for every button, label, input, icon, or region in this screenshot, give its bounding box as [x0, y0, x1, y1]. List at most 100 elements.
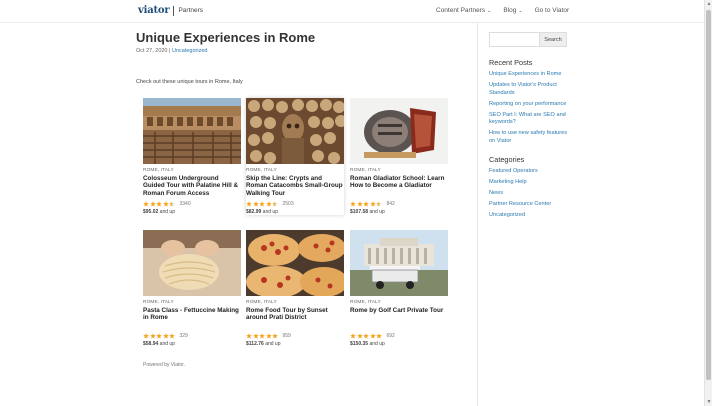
nav-blog[interactable]: Blog ⌄	[503, 7, 522, 14]
tour-rating: 329	[143, 333, 241, 339]
recent-post-link[interactable]: Unique Experiences in Rome	[489, 71, 573, 78]
scroll-down-arrow-icon[interactable]: ▼	[706, 399, 712, 405]
star-icon	[149, 201, 156, 207]
tour-location: ROME, ITALY	[246, 168, 277, 173]
categories-heading: Categories	[489, 155, 525, 164]
star-icon	[246, 333, 252, 339]
star-icon	[363, 333, 369, 339]
price-suffix: and up	[261, 209, 278, 215]
sidebar-divider	[477, 23, 478, 406]
tour-image-golf-cart[interactable]	[350, 230, 448, 296]
star-icon	[252, 201, 259, 207]
scrollbar-thumb[interactable]	[706, 10, 711, 380]
categories-list: Featured Operators Marketing Help News P…	[489, 168, 689, 220]
price-suffix: and up	[263, 341, 281, 347]
tour-location: ROME, ITALY	[350, 300, 381, 305]
category-link[interactable]: News	[489, 190, 573, 197]
recent-post-link[interactable]: Updates to Viator's Product Standards	[489, 82, 573, 97]
tour-card[interactable]: ROME, ITALY Pasta Class - Fettuccine Mak…	[143, 230, 241, 347]
tour-location: ROME, ITALY	[143, 300, 174, 305]
tour-title-link[interactable]: Roman Gladiator School: Learn How to Bec…	[350, 175, 448, 201]
recent-post-link[interactable]: Reporting on your performance	[489, 101, 573, 108]
tour-price: $95.02 and up	[143, 209, 241, 215]
tour-title-link[interactable]: Pasta Class - Fettuccine Making in Rome	[143, 307, 241, 333]
tour-price: $150.35 and up	[350, 341, 448, 347]
star-icon	[169, 333, 175, 339]
star-icon	[356, 201, 363, 207]
category-link[interactable]: Uncategorized	[489, 212, 573, 219]
tour-card[interactable]: ROME, ITALY Colosseum Underground Guided…	[143, 98, 241, 215]
star-icon	[356, 333, 363, 339]
tour-location: ROME, ITALY	[350, 168, 381, 173]
recent-post-link[interactable]: How to use new safety features on Viator	[489, 130, 573, 145]
recent-post-link[interactable]: SEO Part I: What are SEO and keywords?	[489, 112, 573, 127]
nav-go-to-viator[interactable]: Go to Viator	[535, 7, 570, 14]
price-suffix: and up	[368, 341, 385, 347]
search-form: Search	[489, 32, 689, 47]
tour-location: ROME, ITALY	[246, 300, 277, 305]
star-icon	[350, 201, 356, 207]
tour-price: $82.99 and up	[246, 209, 344, 215]
review-count: 959	[282, 333, 291, 339]
review-count: 2503	[282, 201, 294, 207]
scroll-up-arrow-icon[interactable]: ▲	[706, 1, 712, 7]
tour-rating: 692	[350, 333, 448, 339]
tour-title-link[interactable]: Colosseum Underground Guided Tour with P…	[143, 175, 241, 201]
tour-price: $58.94 and up	[143, 341, 241, 347]
star-icon	[376, 333, 382, 339]
chevron-down-icon: ⌄	[518, 8, 523, 14]
price-value: $82.99	[246, 209, 262, 215]
star-rating-icons	[246, 201, 279, 207]
star-icon	[259, 201, 265, 207]
powered-by-text: Powered by Viator.	[143, 362, 185, 368]
price-suffix: and up	[158, 209, 175, 215]
category-link[interactable]: Marketing Help	[489, 179, 573, 186]
main-nav: Content Partners ⌄ Blog ⌄ Go to Viator	[436, 7, 581, 14]
sidebar: Search Recent Posts Unique Experiences i…	[489, 32, 689, 223]
star-rating-icons	[143, 201, 176, 207]
price-suffix: and up	[368, 209, 385, 215]
star-icon	[369, 333, 376, 339]
page-title: Unique Experiences in Rome	[136, 30, 316, 45]
star-icon	[162, 201, 169, 207]
tour-image-catacombs[interactable]	[246, 98, 344, 164]
tour-image-gladiator[interactable]	[350, 98, 448, 164]
category-link[interactable]: Featured Operators	[489, 168, 573, 175]
search-button[interactable]: Search	[540, 32, 567, 47]
category-link[interactable]: Partner Resource Center	[489, 201, 573, 208]
nav-label: Go to Viator	[534, 7, 570, 14]
viator-partners-logo[interactable]: viator Partners	[138, 5, 203, 16]
post-intro: Check out these unique tours in Rome, It…	[136, 79, 243, 85]
tour-card[interactable]: ROME, ITALY Roman Gladiator School: Lear…	[350, 98, 448, 215]
post-category-link[interactable]: Uncategorized	[172, 48, 207, 54]
nav-content-partners[interactable]: Content Partners ⌄	[436, 7, 491, 14]
tour-card[interactable]: ROME, ITALY Skip the Line: Crypts and Ro…	[246, 98, 344, 215]
tour-title-link[interactable]: Rome by Golf Cart Private Tour	[350, 307, 448, 333]
star-icon	[143, 333, 149, 339]
tour-rating: 959	[246, 333, 344, 339]
tour-image-pizza[interactable]	[246, 230, 344, 296]
tour-title-link[interactable]: Skip the Line: Crypts and Roman Catacomb…	[246, 175, 344, 201]
tour-card[interactable]: ROME, ITALY Rome Food Tour by Sunset aro…	[246, 230, 344, 347]
tour-image-pasta[interactable]	[143, 230, 241, 296]
star-icon	[149, 333, 156, 339]
post-date: Oct 27, 2020	[136, 48, 168, 54]
star-rating-icons	[143, 333, 176, 339]
search-input[interactable]	[489, 32, 540, 47]
review-count: 842	[386, 201, 395, 207]
chevron-down-icon: ⌄	[487, 8, 492, 14]
star-icon	[363, 201, 369, 207]
recent-posts-list: Unique Experiences in Rome Updates to Vi…	[489, 71, 689, 145]
tour-image-colosseum[interactable]	[143, 98, 241, 164]
review-count: 692	[386, 333, 395, 339]
tour-location: ROME, ITALY	[143, 168, 174, 173]
star-icon	[156, 333, 162, 339]
tour-rating: 3340	[143, 201, 241, 207]
nav-label: Blog	[503, 7, 517, 14]
star-icon	[156, 201, 162, 207]
tour-card[interactable]: ROME, ITALY Rome by Golf Cart Private To…	[350, 230, 448, 347]
star-icon	[259, 333, 265, 339]
page-scrollbar[interactable]: ▲ ▼	[704, 0, 712, 406]
star-icon	[350, 333, 356, 339]
tour-title-link[interactable]: Rome Food Tour by Sunset around Prati Di…	[246, 307, 344, 333]
